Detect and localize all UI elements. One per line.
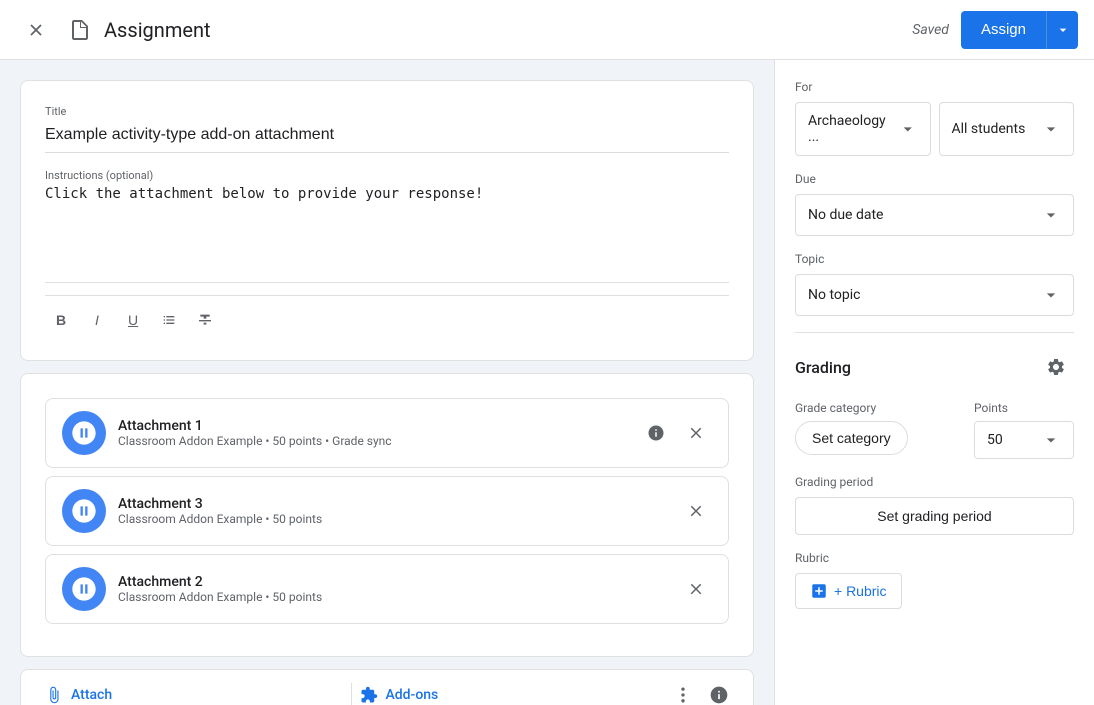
attachment-remove-button[interactable] bbox=[680, 417, 712, 449]
attachment-name: Attachment 2 bbox=[118, 574, 668, 590]
instructions-label: Instructions (optional) bbox=[45, 169, 729, 182]
due-date-dropdown[interactable]: No due date bbox=[795, 194, 1074, 236]
table-row: Attachment 2 Classroom Addon Example • 5… bbox=[45, 554, 729, 624]
saved-status: Saved bbox=[912, 22, 949, 38]
close-button[interactable] bbox=[16, 10, 56, 50]
app-bar: Assignment Saved Assign bbox=[0, 0, 1094, 60]
attachment-info: Attachment 3 Classroom Addon Example • 5… bbox=[118, 496, 668, 526]
attachment-meta: Classroom Addon Example • 50 points bbox=[118, 512, 668, 526]
attachment-icon bbox=[62, 567, 106, 611]
attachment-actions bbox=[640, 417, 712, 449]
instructions-textarea[interactable] bbox=[45, 186, 729, 266]
assign-dropdown-button[interactable] bbox=[1046, 11, 1078, 49]
due-section: Due No due date bbox=[795, 172, 1074, 236]
points-dropdown[interactable]: 50 bbox=[974, 421, 1074, 459]
title-field-group: Title bbox=[45, 105, 729, 153]
section-divider bbox=[795, 332, 1074, 333]
more-options-button[interactable] bbox=[665, 677, 701, 705]
points-value: 50 bbox=[987, 432, 1003, 448]
attachment-icon bbox=[62, 489, 106, 533]
attachment-info: Attachment 1 Classroom Addon Example • 5… bbox=[118, 418, 628, 448]
page-title: Assignment bbox=[104, 18, 211, 42]
app-bar-left: Assignment bbox=[16, 10, 912, 50]
points-label: Points bbox=[974, 401, 1074, 415]
underline-button[interactable]: U bbox=[117, 304, 149, 336]
addons-button[interactable]: Add-ons bbox=[352, 670, 666, 705]
set-category-button[interactable]: Set category bbox=[795, 421, 908, 455]
bottom-toolbar: Attach Add-ons bbox=[20, 669, 754, 705]
attachment-icon bbox=[62, 411, 106, 455]
grading-settings-button[interactable] bbox=[1038, 349, 1074, 385]
attach-label: Attach bbox=[71, 687, 112, 703]
rubric-label: Rubric bbox=[795, 551, 1074, 565]
class-value: Archaeology ... bbox=[808, 113, 898, 145]
attachment-meta: Classroom Addon Example • 50 points • Gr… bbox=[118, 434, 628, 448]
for-row: Archaeology ... All students bbox=[795, 102, 1074, 156]
attachment-actions bbox=[680, 573, 712, 605]
attachments-card: Attachment 1 Classroom Addon Example • 5… bbox=[20, 373, 754, 657]
topic-dropdown[interactable]: No topic bbox=[795, 274, 1074, 316]
attachment-meta: Classroom Addon Example • 50 points bbox=[118, 590, 668, 604]
attachment-actions bbox=[680, 495, 712, 527]
addons-label: Add-ons bbox=[386, 687, 439, 703]
table-row: Attachment 3 Classroom Addon Example • 5… bbox=[45, 476, 729, 546]
italic-button[interactable]: I bbox=[81, 304, 113, 336]
add-rubric-button[interactable]: + Rubric bbox=[795, 573, 902, 609]
strikethrough-button[interactable] bbox=[189, 304, 221, 336]
topic-section: Topic No topic bbox=[795, 252, 1074, 316]
form-card: Title Instructions (optional) B I U bbox=[20, 80, 754, 361]
due-label: Due bbox=[795, 172, 1074, 186]
table-row: Attachment 1 Classroom Addon Example • 5… bbox=[45, 398, 729, 468]
add-rubric-label: + Rubric bbox=[834, 583, 887, 599]
assign-button-group: Assign bbox=[961, 11, 1078, 49]
due-date-value: No due date bbox=[808, 207, 883, 223]
grading-section: Grading Grade category Set category Poin… bbox=[795, 349, 1074, 609]
title-label: Title bbox=[45, 105, 729, 118]
students-value: All students bbox=[952, 121, 1026, 137]
class-dropdown[interactable]: Archaeology ... bbox=[795, 102, 931, 156]
right-panel: For Archaeology ... All students Due No … bbox=[774, 60, 1094, 705]
students-dropdown[interactable]: All students bbox=[939, 102, 1075, 156]
attachment-remove-button[interactable] bbox=[680, 573, 712, 605]
for-label: For bbox=[795, 80, 1074, 94]
info-button[interactable] bbox=[701, 677, 737, 705]
rubric-section: Rubric + Rubric bbox=[795, 551, 1074, 609]
grade-category-col: Grade category Set category bbox=[795, 401, 962, 455]
set-grading-period-button[interactable]: Set grading period bbox=[795, 497, 1074, 535]
left-panel: Title Instructions (optional) B I U bbox=[0, 60, 774, 705]
attach-button[interactable]: Attach bbox=[37, 670, 351, 705]
title-input[interactable] bbox=[45, 122, 729, 153]
attachment-info: Attachment 2 Classroom Addon Example • 5… bbox=[118, 574, 668, 604]
topic-label: Topic bbox=[795, 252, 1074, 266]
formatting-toolbar: B I U bbox=[45, 295, 729, 336]
grade-category-label: Grade category bbox=[795, 401, 962, 415]
for-section: For Archaeology ... All students bbox=[795, 80, 1074, 156]
topic-value: No topic bbox=[808, 287, 860, 303]
grading-title: Grading bbox=[795, 358, 851, 377]
attachment-name: Attachment 3 bbox=[118, 496, 668, 512]
grading-header: Grading bbox=[795, 349, 1074, 385]
main-layout: Title Instructions (optional) B I U bbox=[0, 60, 1094, 705]
grading-period-label: Grading period bbox=[795, 475, 1074, 489]
instructions-section: Instructions (optional) bbox=[45, 169, 729, 283]
attachment-name: Attachment 1 bbox=[118, 418, 628, 434]
attachment-remove-button[interactable] bbox=[680, 495, 712, 527]
assign-button[interactable]: Assign bbox=[961, 11, 1046, 49]
points-col: Points 50 bbox=[974, 401, 1074, 459]
doc-icon bbox=[68, 18, 92, 42]
list-button[interactable] bbox=[153, 304, 185, 336]
grading-row: Grade category Set category Points 50 bbox=[795, 401, 1074, 459]
attachment-info-button[interactable] bbox=[640, 417, 672, 449]
bold-button[interactable]: B bbox=[45, 304, 77, 336]
grading-period-section: Grading period Set grading period bbox=[795, 475, 1074, 535]
